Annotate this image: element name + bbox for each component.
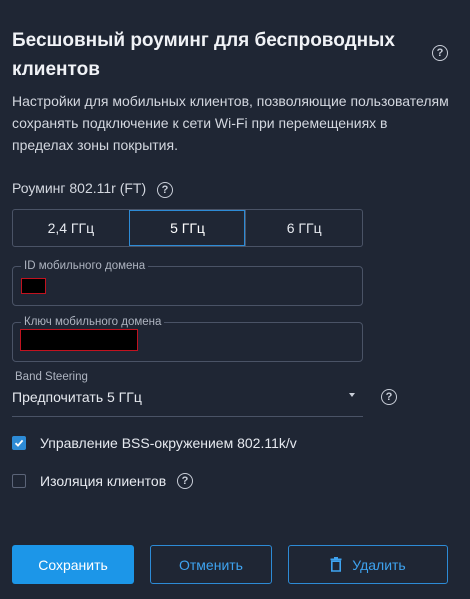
band-steering-value: Предпочитать 5 ГГц xyxy=(12,389,142,405)
save-button[interactable]: Сохранить xyxy=(12,545,134,584)
band-steering-label: Band Steering xyxy=(12,370,91,384)
band-selector: 2,4 ГГц 5 ГГц 6 ГГц xyxy=(12,209,363,247)
delete-button-label: Удалить xyxy=(352,556,406,573)
chevron-down-icon xyxy=(349,393,355,397)
band-option-2-4ghz[interactable]: 2,4 ГГц xyxy=(13,210,129,246)
client-isolation-row[interactable]: Изоляция клиентов xyxy=(12,473,166,489)
band-option-6ghz[interactable]: 6 ГГц xyxy=(245,210,362,246)
mobility-domain-key-label: Ключ мобильного домена xyxy=(21,315,165,329)
mobility-domain-id-redacted-value xyxy=(21,278,46,294)
bss-management-checkbox[interactable] xyxy=(12,436,26,450)
client-isolation-label: Изоляция клиентов xyxy=(40,473,167,489)
bss-management-label: Управление BSS-окружением 802.11k/v xyxy=(40,435,297,451)
roaming-label: Роуминг 802.11r (FT) xyxy=(12,180,146,196)
checkmark-icon xyxy=(14,439,24,447)
band-steering-help-icon[interactable]: ? xyxy=(381,389,397,405)
mobility-domain-key-redacted-value xyxy=(20,329,138,351)
client-isolation-checkbox[interactable] xyxy=(12,474,26,488)
band-steering-select[interactable]: Band Steering Предпочитать 5 ГГц xyxy=(12,370,363,417)
mobility-domain-id-label: ID мобильного домена xyxy=(21,259,149,273)
page-title: Бесшовный роуминг для беспроводных клиен… xyxy=(12,30,395,80)
cancel-button[interactable]: Отменить xyxy=(150,545,272,584)
mobility-domain-id-field[interactable]: ID мобильного домена xyxy=(12,259,363,306)
help-icon[interactable]: ? xyxy=(432,45,448,61)
trash-icon xyxy=(330,557,342,572)
mobility-domain-key-field[interactable]: Ключ мобильного домена xyxy=(12,315,363,362)
band-option-5ghz[interactable]: 5 ГГц xyxy=(128,210,246,246)
bss-management-row[interactable]: Управление BSS-окружением 802.11k/v xyxy=(12,435,297,451)
delete-button[interactable]: Удалить xyxy=(288,545,448,584)
roaming-help-icon[interactable]: ? xyxy=(157,182,173,198)
roaming-label-text: Роуминг 802.11r (FT) xyxy=(12,180,147,196)
client-isolation-help-icon[interactable]: ? xyxy=(177,473,193,489)
section-description: Настройки для мобильных клиентов, позвол… xyxy=(12,93,449,153)
